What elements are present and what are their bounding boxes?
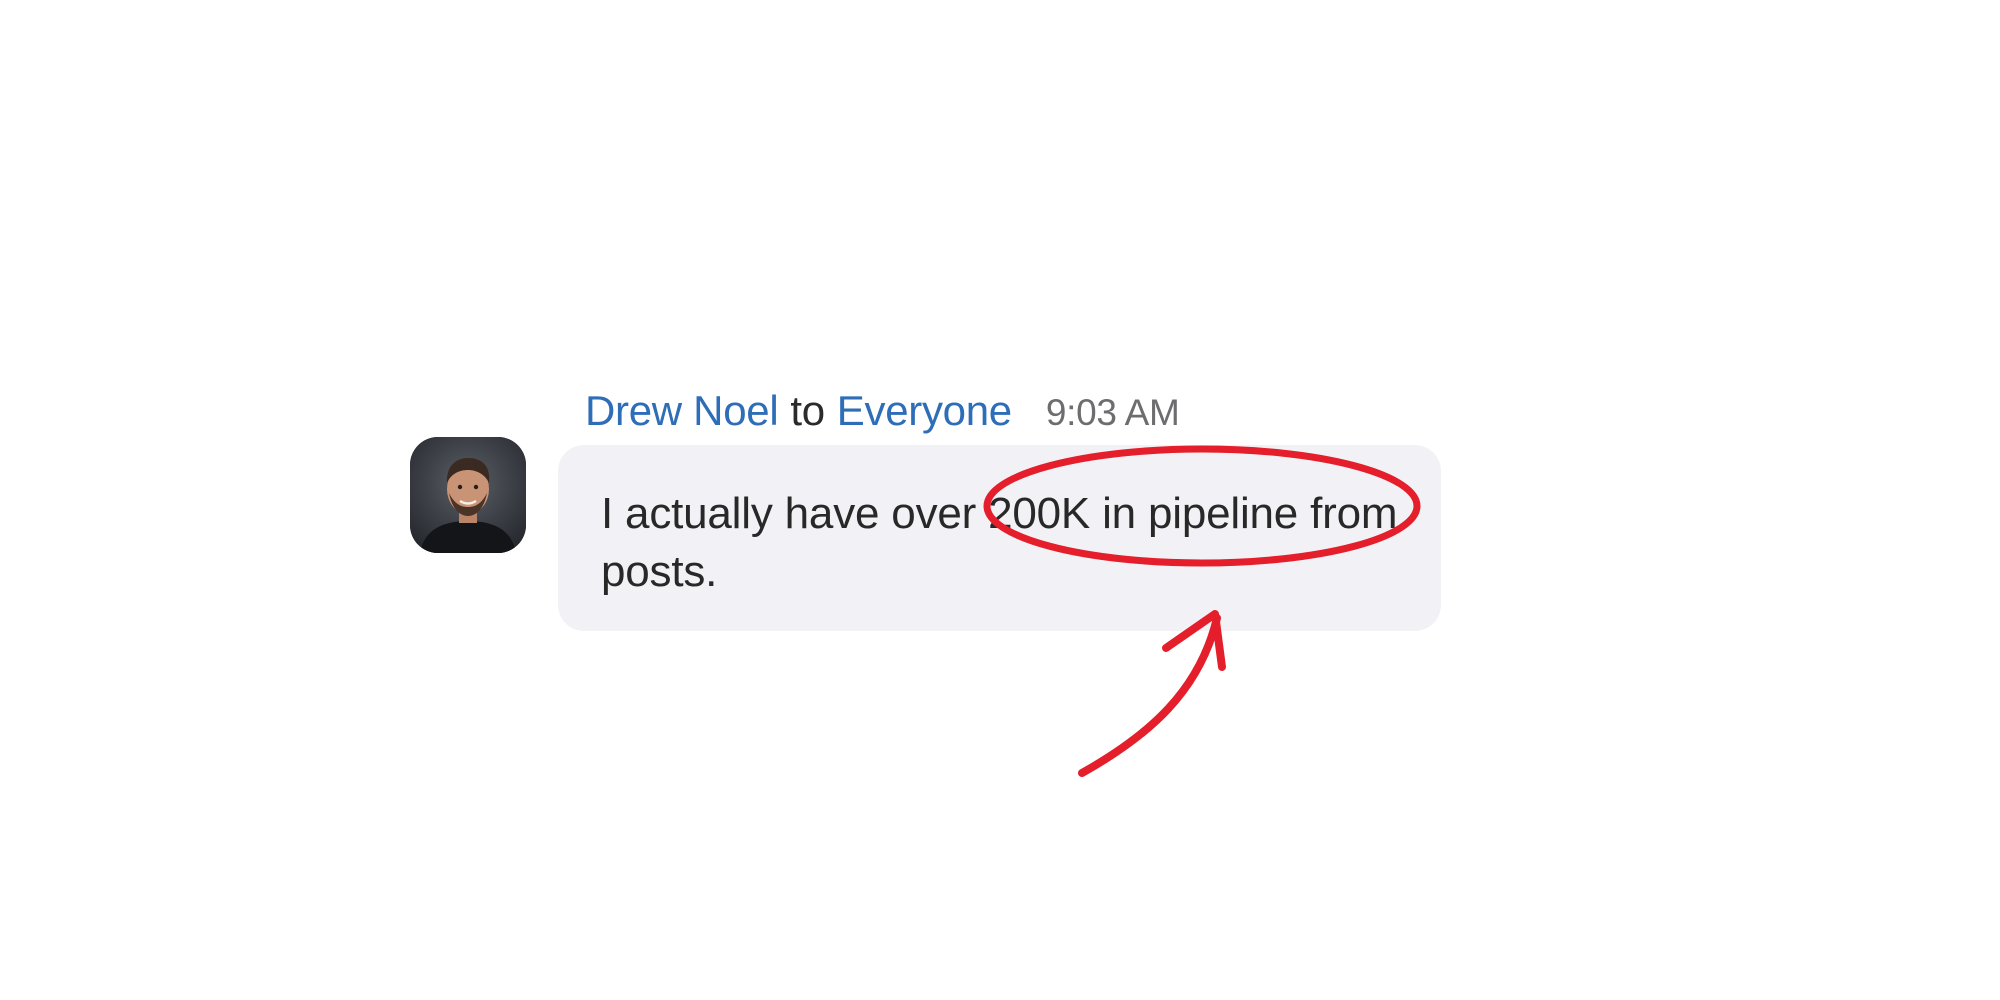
message-bubble[interactable]: I actually have over 200K in pipeline fr… [558, 445, 1441, 631]
message-text: I actually have over 200K in pipeline fr… [601, 485, 1399, 601]
highlighted-text: 200K in pipeline [988, 489, 1299, 538]
sender-name[interactable]: Drew Noel [585, 387, 779, 435]
message-header: Drew Noel to Everyone 9:03 AM [585, 387, 1180, 441]
user-photo-icon [410, 437, 526, 553]
recipient-name[interactable]: Everyone [837, 387, 1012, 435]
to-label: to [790, 387, 825, 434]
avatar[interactable] [410, 437, 526, 553]
arrow-pointer-icon [1078, 614, 1221, 777]
timestamp: 9:03 AM [1045, 392, 1180, 433]
message-text-start: I actually have over [601, 489, 989, 538]
chat-message: Drew Noel to Everyone 9:03 AM I actually… [410, 385, 1441, 635]
